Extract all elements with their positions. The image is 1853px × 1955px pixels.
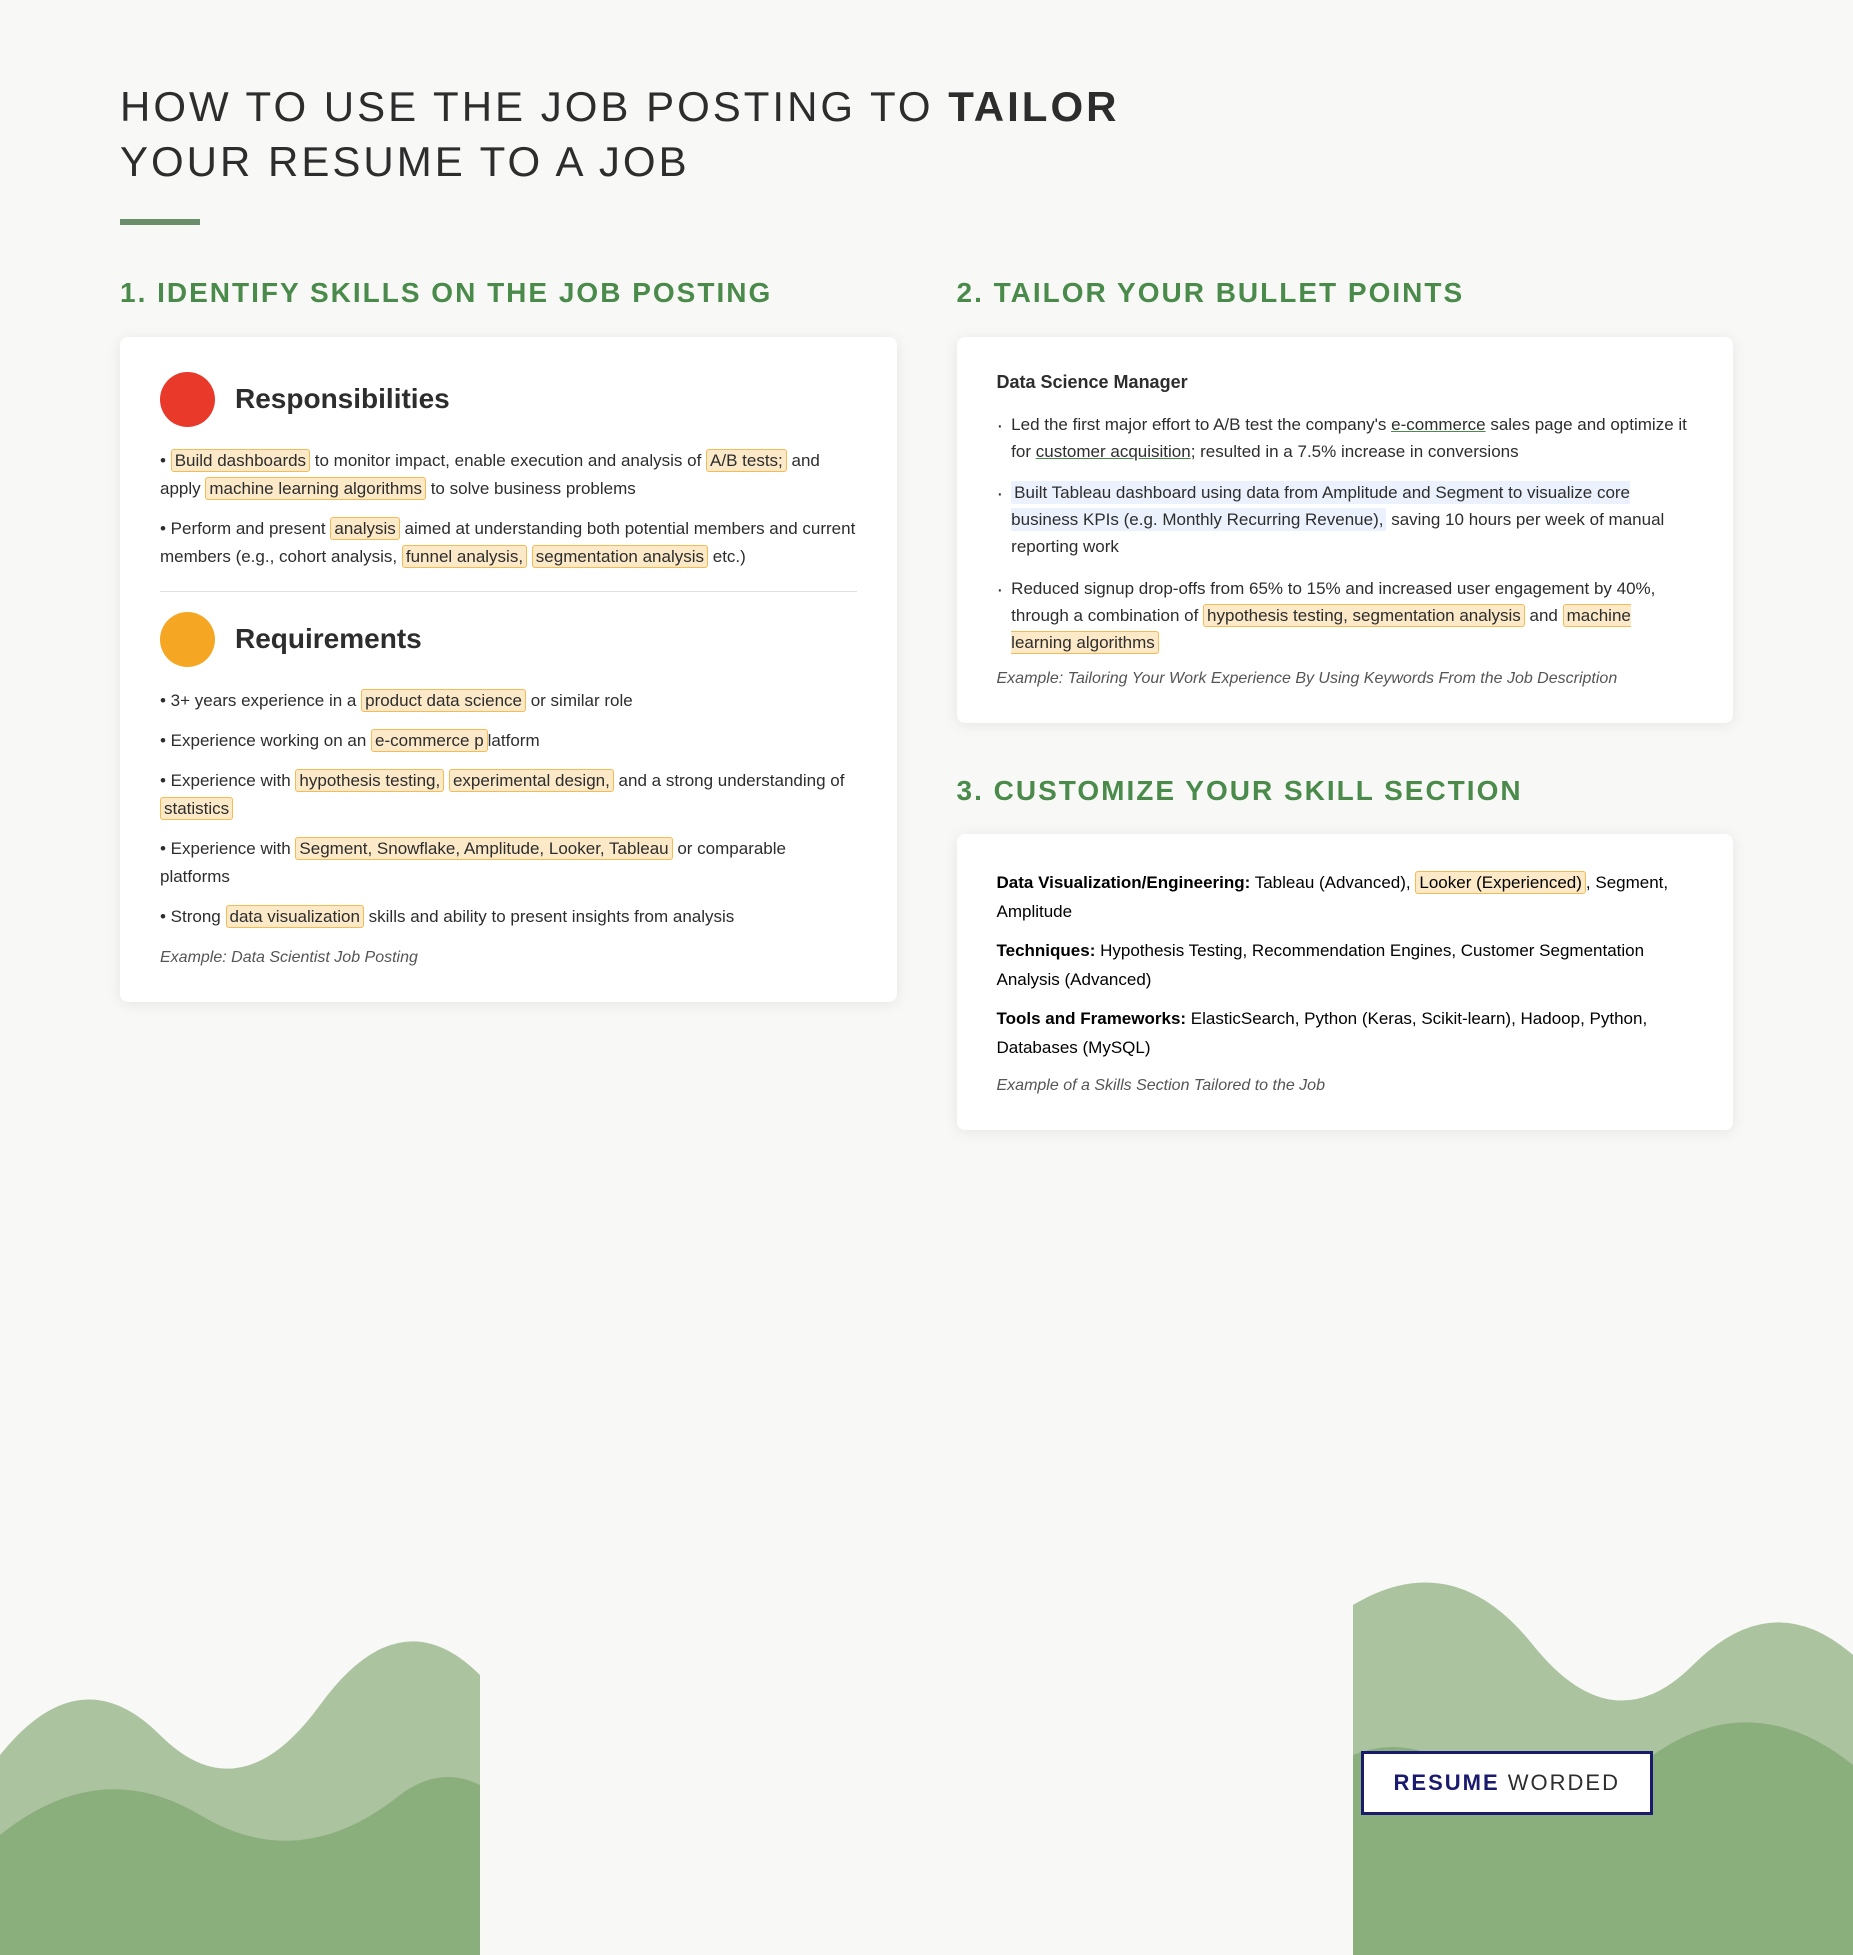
section2-example: Example: Tailoring Your Work Experience … <box>997 670 1694 688</box>
highlight-hyp-testing: hypothesis testing, segmentation analysi… <box>1203 604 1525 627</box>
skills-techniques: Techniques: Hypothesis Testing, Recommen… <box>997 937 1694 995</box>
resp-bullet-1: • Build dashboards to monitor impact, en… <box>160 447 857 503</box>
highlight-ml-algorithms: machine learning algorithms <box>205 477 426 500</box>
highlight-tools: Segment, Snowflake, Amplitude, Looker, T… <box>295 837 672 860</box>
bullet-item-3: · Reduced signup drop-offs from 65% to 1… <box>997 575 1694 657</box>
section2-heading: 2. TAILOR YOUR BULLET POINTS <box>957 275 1734 311</box>
requirements-title: Requirements <box>235 623 422 655</box>
bullet-text-3: Reduced signup drop-offs from 65% to 15%… <box>1011 575 1693 657</box>
card-divider <box>160 591 857 592</box>
section1-example: Example: Data Scientist Job Posting <box>160 949 857 967</box>
page-title: HOW TO USE THE JOB POSTING TO TAILOR YOU… <box>120 80 1733 189</box>
bullet-dot-1: · <box>997 411 1004 465</box>
section1-card: Responsibilities • Build dashboards to m… <box>120 337 897 1003</box>
left-column: 1. IDENTIFY SKILLS ON THE JOB POSTING Re… <box>120 275 897 1052</box>
highlight-funnel: funnel analysis, <box>402 545 527 568</box>
highlight-tableau-row: Built Tableau dashboard using data from … <box>1011 481 1630 531</box>
highlight-hypothesis: hypothesis testing, <box>295 769 444 792</box>
resume-worded-badge: RESUME WORDED <box>1361 1751 1653 1815</box>
highlight-ecommerce-2: e-commerce <box>1391 415 1485 434</box>
section3-card: Data Visualization/Engineering: Tableau … <box>957 834 1734 1129</box>
resp-bullet-2: • Perform and present analysis aimed at … <box>160 515 857 571</box>
highlight-dataviz: data visualization <box>226 905 364 928</box>
highlight-looker: Looker (Experienced) <box>1415 871 1586 894</box>
badge-light: WORDED <box>1500 1770 1620 1795</box>
bullet-text-2: Built Tableau dashboard using data from … <box>1011 479 1693 561</box>
req-bullet-2: • Experience working on an e-commerce pl… <box>160 727 857 755</box>
red-circle-icon <box>160 372 215 427</box>
yellow-circle-icon <box>160 612 215 667</box>
highlight-statistics: statistics <box>160 797 233 820</box>
responsibilities-header: Responsibilities <box>160 372 857 427</box>
bullet-dot-2: · <box>997 479 1004 561</box>
requirements-list: • 3+ years experience in a product data … <box>160 687 857 931</box>
responsibilities-list: • Build dashboards to monitor impact, en… <box>160 447 857 571</box>
bullet-text-1: Led the first major effort to A/B test t… <box>1011 411 1693 465</box>
requirements-header: Requirements <box>160 612 857 667</box>
skills-dataviz: Data Visualization/Engineering: Tableau … <box>997 869 1694 927</box>
badge-bold: RESUME <box>1394 1770 1500 1795</box>
dataviz-label: Data Visualization/Engineering: <box>997 873 1251 892</box>
req-bullet-4: • Experience with Segment, Snowflake, Am… <box>160 835 857 891</box>
highlight-analysis: analysis <box>330 517 399 540</box>
bg-wave-right <box>1353 1505 1853 1955</box>
skills-tools: Tools and Frameworks: ElasticSearch, Pyt… <box>997 1005 1694 1063</box>
req-bullet-5: • Strong data visualization skills and a… <box>160 903 857 931</box>
section2-card: Data Science Manager · Led the first maj… <box>957 337 1734 724</box>
bullet-item-2: · Built Tableau dashboard using data fro… <box>997 479 1694 561</box>
highlight-cust-acq: customer acquisition <box>1036 442 1191 461</box>
req-bullet-3: • Experience with hypothesis testing, ex… <box>160 767 857 823</box>
highlight-product-ds: product data science <box>361 689 526 712</box>
section1-heading: 1. IDENTIFY SKILLS ON THE JOB POSTING <box>120 275 897 311</box>
bg-wave-left <box>0 1555 480 1955</box>
highlight-ab-tests: A/B tests; <box>706 449 787 472</box>
responsibilities-title: Responsibilities <box>235 383 450 415</box>
highlight-exp-design: experimental design, <box>449 769 614 792</box>
right-column: 2. TAILOR YOUR BULLET POINTS Data Scienc… <box>957 275 1734 1180</box>
section3-example: Example of a Skills Section Tailored to … <box>997 1077 1694 1095</box>
highlight-segmentation: segmentation analysis <box>532 545 708 568</box>
title-underline <box>120 219 200 225</box>
bullet-item-1: · Led the first major effort to A/B test… <box>997 411 1694 465</box>
techniques-label: Techniques: <box>997 941 1096 960</box>
highlight-build-dashboards: Build dashboards <box>171 449 310 472</box>
highlight-ecommerce: e-commerce p <box>371 729 488 752</box>
job-title: Data Science Manager <box>997 372 1694 393</box>
bullet-dot-3: · <box>997 575 1004 657</box>
tools-label: Tools and Frameworks: <box>997 1009 1187 1028</box>
section3-heading: 3. CUSTOMIZE YOUR SKILL SECTION <box>957 773 1734 809</box>
req-bullet-1: • 3+ years experience in a product data … <box>160 687 857 715</box>
